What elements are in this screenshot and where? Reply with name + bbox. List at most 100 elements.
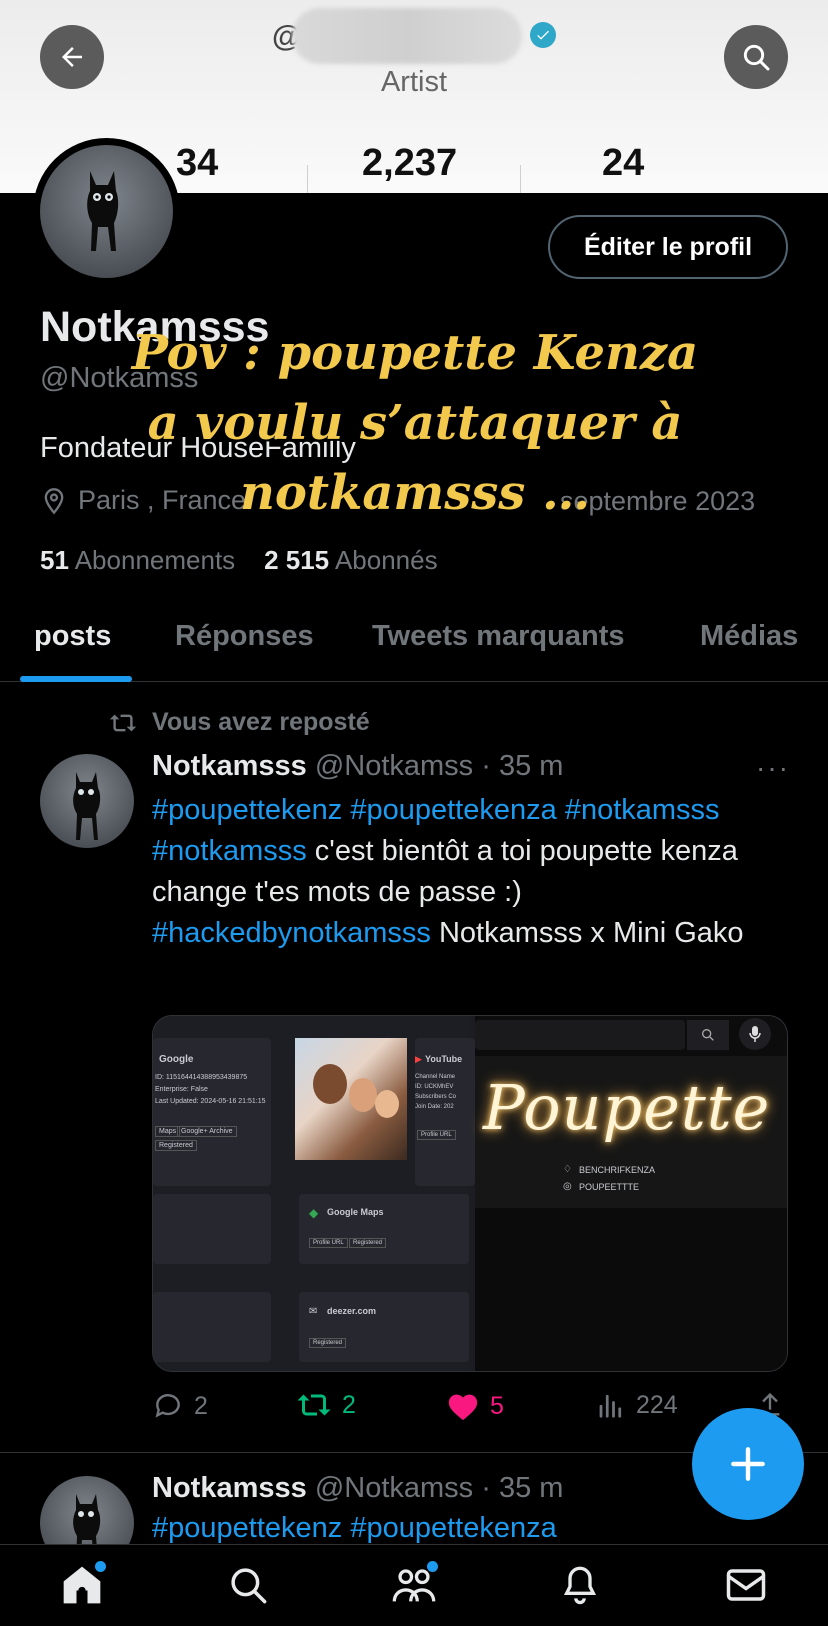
header-stat-2: 2,237 <box>362 142 458 184</box>
repost-indicator: Vous avez reposté <box>108 708 370 737</box>
nav-notifications[interactable] <box>554 1559 606 1611</box>
header-subtitle: Artist <box>380 66 448 98</box>
repost-action[interactable]: 2 <box>296 1390 356 1420</box>
dark-area <box>475 1208 787 1371</box>
yt-channel: Channel Name <box>415 1074 456 1080</box>
snapchat-icon: ♢ <box>563 1164 572 1175</box>
tweet-header: Notkamsss @Notkamss · 35 m <box>152 1472 563 1505</box>
media-right-panel: Poupette ♢ BENCHRIFKENZA ◎ POUPEETTTE <box>475 1016 787 1371</box>
registered-chip: Registered <box>349 1238 387 1248</box>
analytics-icon <box>599 1394 622 1418</box>
google-label: Google <box>159 1054 194 1065</box>
youtube-label: YouTube <box>425 1054 463 1064</box>
tweet-media[interactable]: Google ID: 115164414388953439875 Enterpr… <box>152 1015 788 1372</box>
google-ent: Enterprise: False <box>155 1086 208 1093</box>
google-maps-card: ◆ Google Maps Profile URL Registered <box>299 1194 469 1264</box>
family-photo <box>295 1038 407 1160</box>
search-icon <box>687 1020 729 1050</box>
edit-profile-button[interactable]: Éditer le profil <box>548 215 788 279</box>
neon-title: Poupette <box>483 1071 771 1144</box>
tweet-hashtags[interactable]: #poupettekenz #poupettekenza <box>152 1512 557 1545</box>
tweet-author[interactable]: Notkamsss <box>152 1472 307 1504</box>
header-stat-1: 34 <box>176 142 219 184</box>
profile-page: @ Artist 34 2,237 24 Éditer le profil No… <box>0 0 828 1626</box>
mail-icon <box>726 1569 766 1601</box>
snapchat-username: BENCHRIFKENZA <box>579 1165 656 1175</box>
tweet-time: · 35 m <box>481 1472 564 1504</box>
repost-count: 2 <box>342 1390 356 1419</box>
search-icon <box>743 44 770 71</box>
google-maps-label: Google Maps <box>327 1207 384 1217</box>
youtube-card: ▶ YouTube Channel Name ID: UCKMhEV Subsc… <box>415 1038 475 1186</box>
registered-chip: Registered <box>309 1338 347 1348</box>
plus-icon <box>731 1447 765 1481</box>
view-count: 224 <box>636 1390 678 1419</box>
caption-overlay: Pov : poupette Kenza a voulu s’attaquer … <box>131 325 699 521</box>
bell-icon <box>563 1566 597 1605</box>
search-bar-image <box>475 1020 685 1050</box>
empty-card <box>153 1194 271 1264</box>
verified-badge-icon <box>530 22 556 48</box>
active-tab-indicator <box>20 676 132 682</box>
hashtag[interactable]: #notkamsss <box>152 835 307 867</box>
tab-highlights[interactable]: Tweets marquants <box>372 620 624 653</box>
tab-posts[interactable]: posts <box>34 620 111 653</box>
follow-counts: 51 Abonnements 2 515 Abonnés <box>40 545 438 576</box>
google-updated: Last Updated: 2024-05-16 21:51:15 <box>155 1098 266 1105</box>
search-button[interactable] <box>724 25 788 89</box>
like-action[interactable]: 5 <box>446 1390 504 1422</box>
tab-media[interactable]: Médias <box>700 620 798 653</box>
instagram-icon: ◎ <box>563 1181 572 1192</box>
tweet-text: #poupettekenz #poupettekenza #notkamsss … <box>152 790 792 954</box>
hashtag[interactable]: #notkamsss <box>565 794 720 826</box>
reply-count: 2 <box>194 1391 208 1420</box>
deezer-label: deezer.com <box>327 1306 377 1316</box>
google-id: ID: 115164414388953439875 <box>155 1074 248 1081</box>
tweet-body-text: Notkamsss x Mini Gako <box>438 917 744 949</box>
hashtag[interactable]: #poupettekenz <box>152 794 342 826</box>
hashtag[interactable]: #poupettekenza <box>350 794 556 826</box>
more-options-icon[interactable]: ··· <box>756 752 790 784</box>
profile-url-chip: Profile URL <box>417 1130 456 1140</box>
nav-search[interactable] <box>222 1559 274 1611</box>
following-link[interactable]: 51 Abonnements <box>40 545 235 575</box>
stat-divider <box>520 165 521 193</box>
tweet-header: Notkamsss @Notkamss · 35 m <box>152 750 563 783</box>
repost-icon <box>297 1394 331 1416</box>
media-left-panel: Google ID: 115164414388953439875 Enterpr… <box>153 1016 475 1371</box>
tweet-author[interactable]: Notkamsss <box>152 750 307 782</box>
repost-label: Vous avez reposté <box>152 708 370 736</box>
mail-icon: ✉ <box>309 1306 318 1317</box>
profile-tabs: posts Réponses Tweets marquants Médias <box>0 610 828 682</box>
tweet-avatar[interactable] <box>40 754 134 848</box>
nav-communities[interactable] <box>388 1559 440 1611</box>
archive-chip: Google+ Archive <box>177 1126 237 1137</box>
compose-button[interactable] <box>692 1408 804 1520</box>
yt-join: Join Date: 202 <box>415 1104 454 1110</box>
black-cat-image <box>87 171 119 251</box>
location-pin-icon <box>44 487 64 514</box>
profile-avatar[interactable] <box>33 138 180 285</box>
tweet-time: · 35 m <box>481 750 564 782</box>
repost-icon <box>109 714 137 731</box>
yt-id: ID: UCKMhEV <box>415 1084 454 1090</box>
notification-dot <box>427 1561 438 1572</box>
views-action[interactable]: 224 <box>596 1390 678 1420</box>
stat-divider <box>307 165 308 193</box>
tweet-handle[interactable]: @Notkamss <box>315 1472 473 1504</box>
nav-messages[interactable] <box>720 1559 772 1611</box>
registered-chip: Registered <box>155 1140 197 1151</box>
search-icon <box>231 1568 267 1604</box>
notification-dot <box>95 1561 106 1572</box>
nav-home[interactable] <box>56 1559 108 1611</box>
tweet-handle[interactable]: @Notkamss <box>315 750 473 782</box>
bottom-navigation <box>0 1544 828 1626</box>
profile-url-chip: Profile URL <box>309 1238 348 1248</box>
deezer-card: ✉ deezer.com Registered <box>299 1292 469 1362</box>
reply-action[interactable]: 2 <box>152 1390 208 1422</box>
instagram-username: POUPEETTTE <box>579 1182 640 1192</box>
tab-replies[interactable]: Réponses <box>175 620 314 653</box>
blurred-handle <box>292 8 522 64</box>
hashtag[interactable]: #hackedbynotkamsss <box>152 917 431 949</box>
followers-link[interactable]: 2 515 Abonnés <box>264 545 438 575</box>
